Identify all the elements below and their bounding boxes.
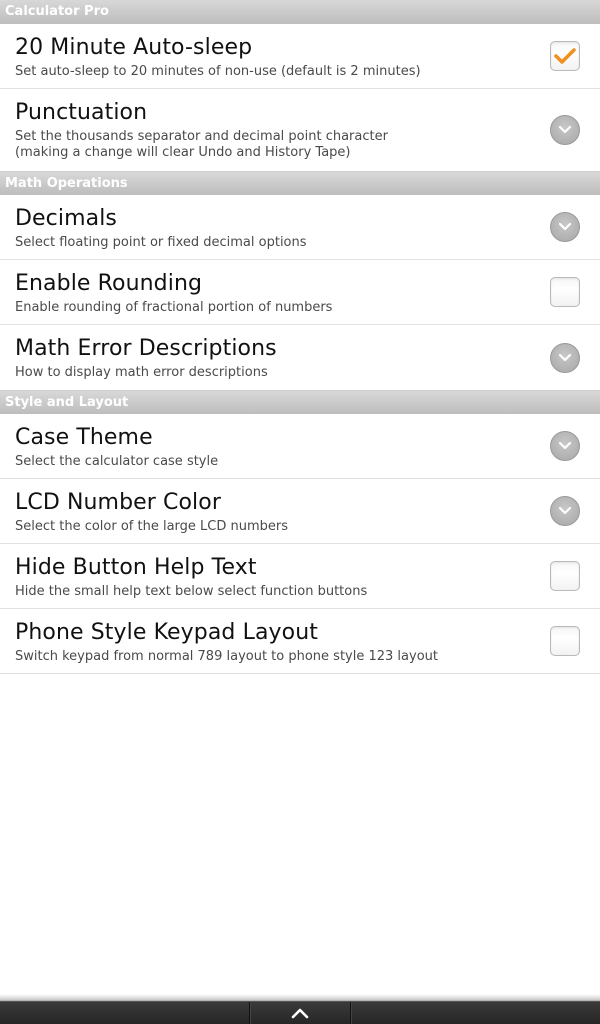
pref-summary: Hide the small help text below select fu…	[15, 584, 368, 599]
pref-title: Decimals	[15, 206, 117, 231]
pref-summary: Set auto-sleep to 20 minutes of non-use …	[15, 64, 421, 79]
pref-summary: Set the thousands separator and decimal …	[15, 129, 530, 161]
pref-title: LCD Number Color	[15, 490, 221, 515]
checkmark-icon	[554, 48, 576, 64]
punctuation-dropdown[interactable]	[550, 115, 580, 145]
pref-summary-line: Set the thousands separator and decimal …	[15, 129, 388, 144]
pref-summary: How to display math error descriptions	[15, 365, 268, 380]
lcd-color-dropdown[interactable]	[550, 496, 580, 526]
pref-summary: Enable rounding of fractional portion of…	[15, 300, 333, 315]
pref-title: Hide Button Help Text	[15, 555, 257, 580]
auto-sleep-checkbox[interactable]	[550, 41, 580, 71]
pref-summary: Select the calculator case style	[15, 454, 219, 469]
pref-case-theme[interactable]: Case Theme Select the calculator case st…	[0, 414, 600, 479]
system-bar	[0, 1001, 600, 1024]
pref-summary: Switch keypad from normal 789 layout to …	[15, 649, 438, 664]
category-header-style-and-layout: Style and Layout	[0, 390, 600, 414]
pref-title: Math Error Descriptions	[15, 336, 277, 361]
chevron-down-icon	[558, 506, 572, 515]
pref-title: 20 Minute Auto-sleep	[15, 35, 253, 60]
pref-title: Case Theme	[15, 425, 153, 450]
chevron-down-icon	[558, 441, 572, 450]
phone-keypad-checkbox[interactable]	[550, 626, 580, 656]
decimals-dropdown[interactable]	[550, 212, 580, 242]
pref-title: Punctuation	[15, 100, 148, 125]
pref-auto-sleep[interactable]: 20 Minute Auto-sleep Set auto-sleep to 2…	[0, 24, 600, 89]
pref-enable-rounding[interactable]: Enable Rounding Enable rounding of fract…	[0, 260, 600, 325]
chevron-up-icon	[291, 1008, 309, 1019]
math-error-dropdown[interactable]	[550, 342, 580, 373]
pref-title: Phone Style Keypad Layout	[15, 620, 318, 645]
category-header-calculator-pro: Calculator Pro	[0, 0, 600, 24]
pref-phone-style-keypad[interactable]: Phone Style Keypad Layout Switch keypad …	[0, 609, 600, 674]
pref-summary: Select floating point or fixed decimal o…	[15, 235, 307, 250]
case-theme-dropdown[interactable]	[550, 431, 580, 461]
chevron-down-icon	[558, 353, 572, 361]
pref-summary-line: (making a change will clear Undo and His…	[15, 145, 351, 160]
hide-help-text-checkbox[interactable]	[550, 561, 580, 591]
category-header-math-operations: Math Operations	[0, 171, 600, 195]
pref-lcd-number-color[interactable]: LCD Number Color Select the color of the…	[0, 479, 600, 544]
pref-hide-button-help-text[interactable]: Hide Button Help Text Hide the small hel…	[0, 544, 600, 609]
pref-punctuation[interactable]: Punctuation Set the thousands separator …	[0, 89, 600, 171]
bar-divider	[350, 1002, 351, 1024]
enable-rounding-checkbox[interactable]	[550, 277, 580, 307]
pref-decimals[interactable]: Decimals Select floating point or fixed …	[0, 195, 600, 260]
chevron-down-icon	[558, 125, 572, 134]
pref-title: Enable Rounding	[15, 271, 203, 296]
pref-math-error-descriptions[interactable]: Math Error Descriptions How to display m…	[0, 325, 600, 390]
pref-summary: Select the color of the large LCD number…	[15, 519, 289, 534]
chevron-down-icon	[558, 222, 572, 231]
expand-button[interactable]	[250, 1002, 350, 1024]
